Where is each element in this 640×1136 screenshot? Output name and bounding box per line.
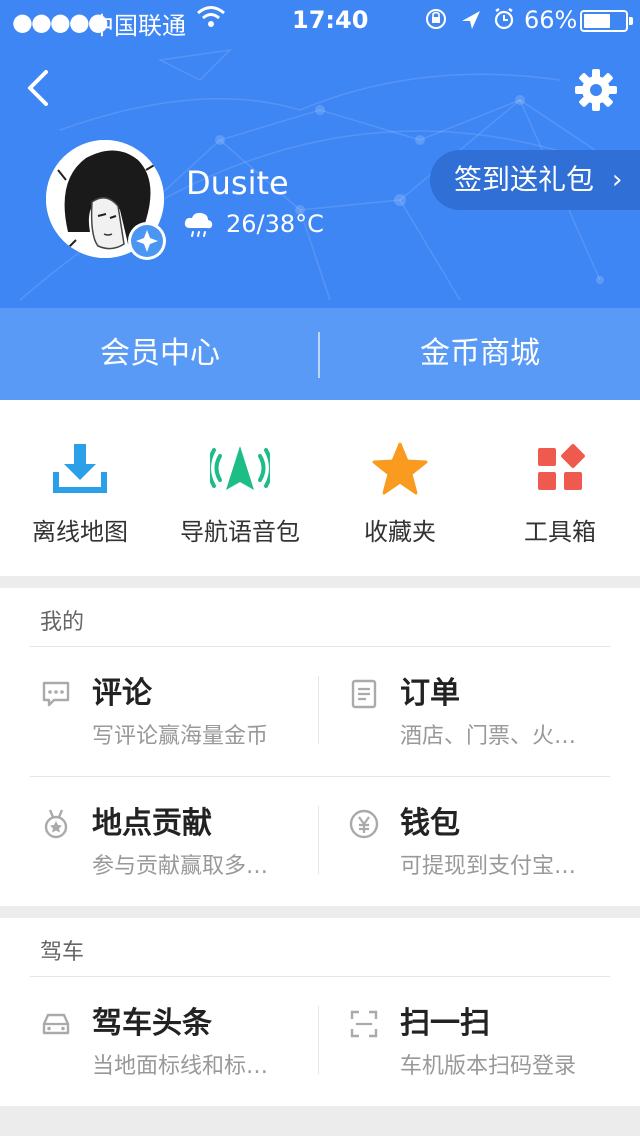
- nav-voice-icon: [210, 446, 270, 490]
- location-arrow-icon: [462, 11, 480, 29]
- quick-tools: 离线地图 导航语音包 收藏夹 工具箱: [0, 400, 640, 576]
- wallet-icon: [349, 809, 379, 839]
- username: Dusite: [186, 164, 289, 202]
- menu-item-comment[interactable]: 评论 写评论赢海量金币: [30, 648, 320, 778]
- menu-item-subtitle: 车机版本扫码登录: [400, 1054, 577, 1079]
- menu-item-title: 钱包: [400, 806, 460, 841]
- order-icon: [351, 679, 377, 709]
- coin-mall-button[interactable]: 金币商城: [320, 308, 640, 400]
- status-time: 17:40: [292, 6, 369, 34]
- orientation-lock-icon: [426, 9, 446, 29]
- tool-label: 收藏夹: [364, 518, 436, 546]
- car-icon: [42, 1013, 70, 1035]
- menu-item-drive-news[interactable]: 驾车头条 当地面标线和标…: [30, 978, 320, 1108]
- back-button[interactable]: [22, 66, 62, 110]
- menu-item-title: 地点贡献: [92, 806, 212, 841]
- member-center-button[interactable]: 会员中心: [0, 308, 320, 400]
- scan-icon: [350, 1010, 378, 1038]
- profile-screen: ●●●●● 中国联通 17:40 66% Dusite 26/38°C 签到送礼…: [0, 0, 640, 1136]
- comment-icon: [42, 681, 70, 707]
- menu-item-title: 评论: [92, 676, 152, 711]
- tool-label: 导航语音包: [180, 518, 300, 546]
- wifi-icon: [197, 6, 225, 27]
- battery-percent: 66%: [524, 6, 578, 34]
- battery-fill: [584, 14, 610, 28]
- status-bar: ●●●●● 中国联通 17:40 66%: [0, 0, 640, 40]
- menu-item-subtitle: 当地面标线和标…: [92, 1054, 269, 1079]
- battery-icon: [580, 10, 633, 32]
- menu-item-wallet[interactable]: 钱包 可提现到支付宝…: [338, 778, 628, 908]
- download-icon: [53, 444, 107, 493]
- section-drive: 驾车 驾车头条 当地面标线和标… 扫一扫 车机版本扫码登录: [0, 918, 640, 1106]
- menu-item-subtitle: 写评论赢海量金币: [92, 724, 269, 749]
- carrier-name: 中国联通: [90, 12, 186, 40]
- signin-gift-label: 签到送礼包: [454, 163, 595, 196]
- alarm-icon: [494, 8, 514, 30]
- section-mine: 我的 评论 写评论赢海量金币 订单 酒店、门票、火… 地点贡献 参与贡献赢取多……: [0, 588, 640, 906]
- rain-cloud-icon: [184, 212, 213, 237]
- tool-label: 离线地图: [32, 518, 128, 546]
- tool-nav-voice[interactable]: 导航语音包: [160, 400, 320, 576]
- menu-item-scan[interactable]: 扫一扫 车机版本扫码登录: [338, 978, 628, 1108]
- signin-gift-button[interactable]: 签到送礼包 ›: [430, 150, 640, 210]
- tool-offline-map[interactable]: 离线地图: [0, 400, 160, 576]
- menu-item-subtitle: 参与贡献赢取多…: [92, 854, 269, 879]
- menu-item-subtitle: 可提现到支付宝…: [400, 854, 577, 879]
- tool-label: 工具箱: [524, 518, 596, 546]
- tool-favorites[interactable]: 收藏夹: [320, 400, 480, 576]
- section-title: 我的: [40, 610, 85, 635]
- toolbox-icon: [538, 444, 585, 490]
- star-icon: [372, 442, 428, 495]
- settings-gear-icon[interactable]: [572, 66, 620, 114]
- medal-icon: [44, 809, 68, 839]
- menu-item-order[interactable]: 订单 酒店、门票、火…: [338, 648, 628, 778]
- menu-item-title: 驾车头条: [92, 1006, 212, 1041]
- weather-temperature: 26/38°C: [226, 210, 324, 238]
- menu-item-title: 订单: [400, 676, 460, 711]
- verified-badge-icon: [128, 222, 166, 260]
- menu-item-title: 扫一扫: [400, 1006, 490, 1041]
- chevron-right-icon: ›: [612, 165, 623, 195]
- profile-header: ●●●●● 中国联通 17:40 66% Dusite 26/38°C 签到送礼…: [0, 0, 640, 308]
- menu-item-place-contribution[interactable]: 地点贡献 参与贡献赢取多…: [30, 778, 320, 908]
- section-title: 驾车: [40, 940, 85, 965]
- member-bar: 会员中心 金币商城: [0, 308, 640, 400]
- menu-item-subtitle: 酒店、门票、火…: [400, 724, 577, 749]
- status-icons: [426, 8, 514, 30]
- tool-toolbox[interactable]: 工具箱: [480, 400, 640, 576]
